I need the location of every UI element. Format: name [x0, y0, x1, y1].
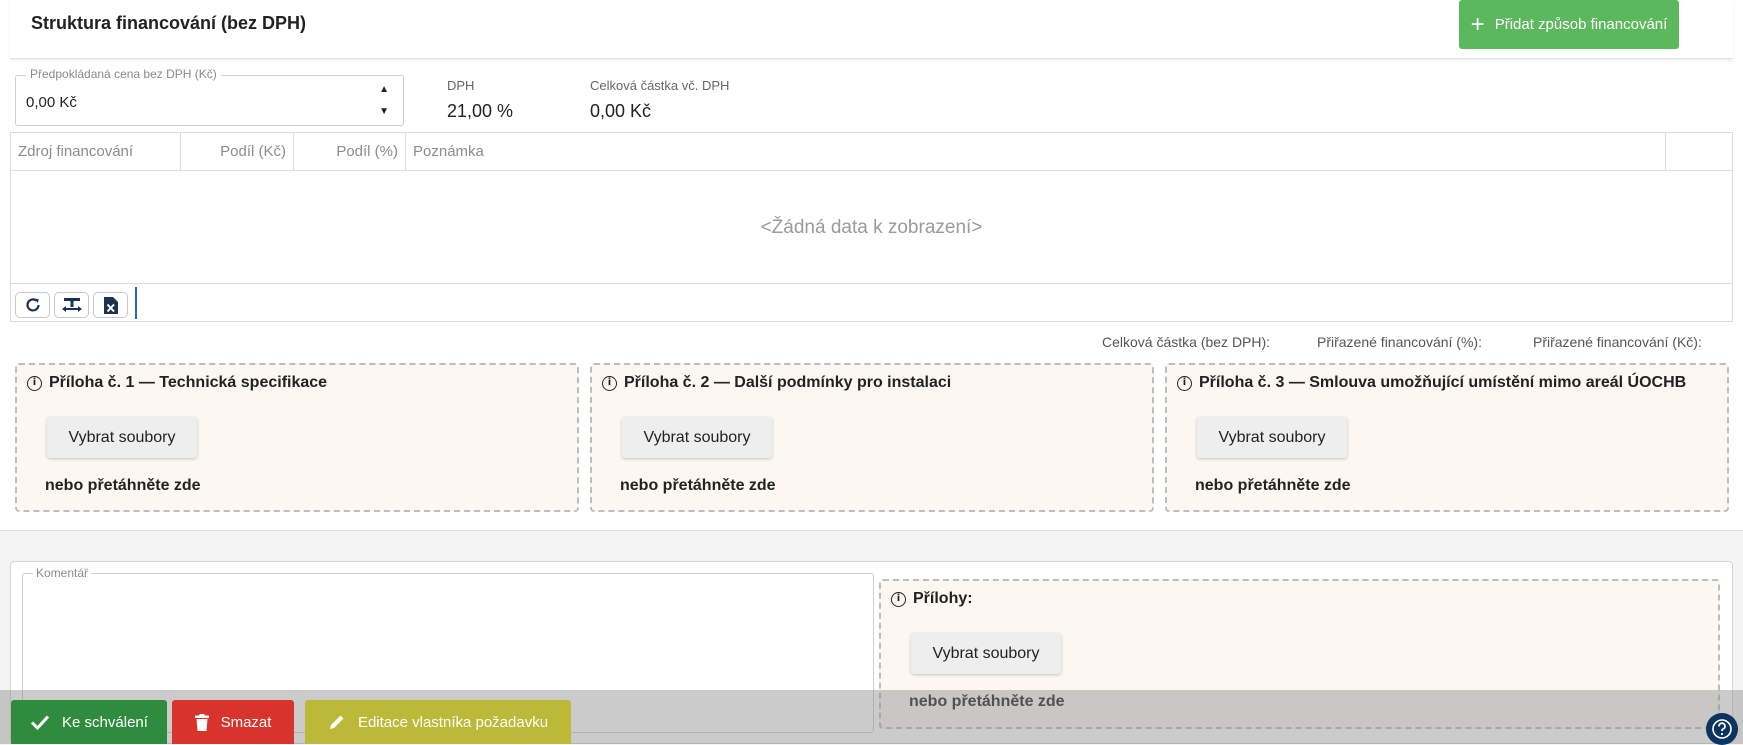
price-label: Předpokládaná cena bez DPH (Kč): [26, 67, 221, 81]
drop-hint: nebo přetáhněte zde: [620, 477, 776, 494]
select-files-button[interactable]: Vybrat soubory: [622, 417, 772, 458]
grid-header: Zdroj financování Podíl (Kč) Podíl (%) P…: [11, 133, 1732, 171]
edit-owner-button[interactable]: Editace vlastníka požadavku: [305, 700, 571, 744]
info-icon: i: [27, 375, 42, 391]
select-files-button[interactable]: Vybrat soubory: [47, 417, 197, 458]
refresh-button[interactable]: [15, 292, 50, 318]
refresh-icon: [25, 298, 40, 312]
assigned-czk-label: Přiřazené financování (Kč):: [1533, 334, 1702, 350]
price-value: 0,00 Kč: [26, 94, 77, 111]
total-excl-vat-label: Celková částka (bez DPH):: [1102, 334, 1271, 350]
total-with-vat-label: Celková částka vč. DPH: [590, 78, 730, 93]
column-fit-icon: [61, 298, 82, 312]
excel-export-icon: [103, 296, 118, 314]
assigned-pct-label: Přiřazené financování (%):: [1317, 334, 1482, 350]
grid-toolbar: [11, 283, 1732, 321]
column-header-share-pct[interactable]: Podíl (%): [294, 133, 406, 171]
select-files-button[interactable]: Vybrat soubory: [911, 633, 1061, 674]
grid-empty-message: <Žádná data k zobrazení>: [760, 217, 983, 238]
attachment-title-2: i Příloha č. 2 — Další podmínky pro inst…: [602, 374, 951, 392]
total-with-vat-value: 0,00 Kč: [590, 101, 652, 121]
drop-hint: nebo přetáhněte zde: [1195, 477, 1351, 494]
add-financing-button[interactable]: + Přidat způsob financování: [1459, 0, 1679, 49]
vat-label: DPH: [447, 78, 475, 93]
help-icon: [1712, 719, 1732, 739]
attachment-title-1: i Příloha č. 1 — Technická specifikace: [27, 374, 327, 392]
pencil-icon: [329, 715, 344, 729]
delete-button[interactable]: Smazat: [172, 700, 294, 744]
info-icon: i: [602, 375, 617, 391]
general-attachment-title: i Přílohy:: [891, 590, 973, 608]
drop-hint: nebo přetáhněte zde: [45, 477, 201, 494]
comment-label: Komentář: [33, 566, 92, 580]
action-bar: Ke schválení Smazat Editace vlastníka po…: [0, 690, 1743, 744]
vat-value: 21,00 %: [447, 101, 514, 121]
financing-card: Struktura financování (bez DPH) + Přidat…: [0, 0, 1743, 531]
column-header-note[interactable]: Poznámka: [406, 133, 1666, 171]
attachment-dropzone-3[interactable]: i Příloha č. 3 — Smlouva umožňující umís…: [1165, 363, 1729, 512]
info-icon: i: [891, 591, 906, 607]
financing-grid: Zdroj financování Podíl (Kč) Podíl (%) P…: [10, 132, 1733, 322]
spin-down-icon[interactable]: ▼: [379, 106, 389, 117]
column-header-actions: [1666, 133, 1732, 171]
column-header-source[interactable]: Zdroj financování: [11, 133, 181, 171]
attachment-title-3: i Příloha č. 3 — Smlouva umožňující umís…: [1177, 374, 1686, 392]
column-header-share-czk[interactable]: Podíl (Kč): [181, 133, 294, 171]
check-icon: [30, 715, 50, 730]
info-icon: i: [1177, 375, 1192, 391]
attachment-dropzone-1[interactable]: i Příloha č. 1 — Technická specifikace V…: [15, 363, 579, 512]
add-financing-label: Přidat způsob financování: [1494, 16, 1668, 33]
toolbar-separator: [135, 287, 137, 319]
attachment-dropzone-2[interactable]: i Příloha č. 2 — Další podmínky pro inst…: [590, 363, 1154, 512]
excel-export-button[interactable]: [93, 292, 128, 318]
price-input[interactable]: Předpokládaná cena bez DPH (Kč) 0,00 Kč …: [15, 67, 404, 126]
select-files-button[interactable]: Vybrat soubory: [1197, 417, 1347, 458]
column-fit-button[interactable]: [54, 292, 89, 318]
help-button[interactable]: [1706, 713, 1738, 745]
trash-icon: [194, 713, 209, 731]
plus-icon: +: [1470, 10, 1485, 38]
section-title: Struktura financování (bez DPH): [31, 13, 307, 33]
approve-button[interactable]: Ke schválení: [11, 700, 167, 744]
spin-up-icon[interactable]: ▲: [379, 84, 389, 95]
